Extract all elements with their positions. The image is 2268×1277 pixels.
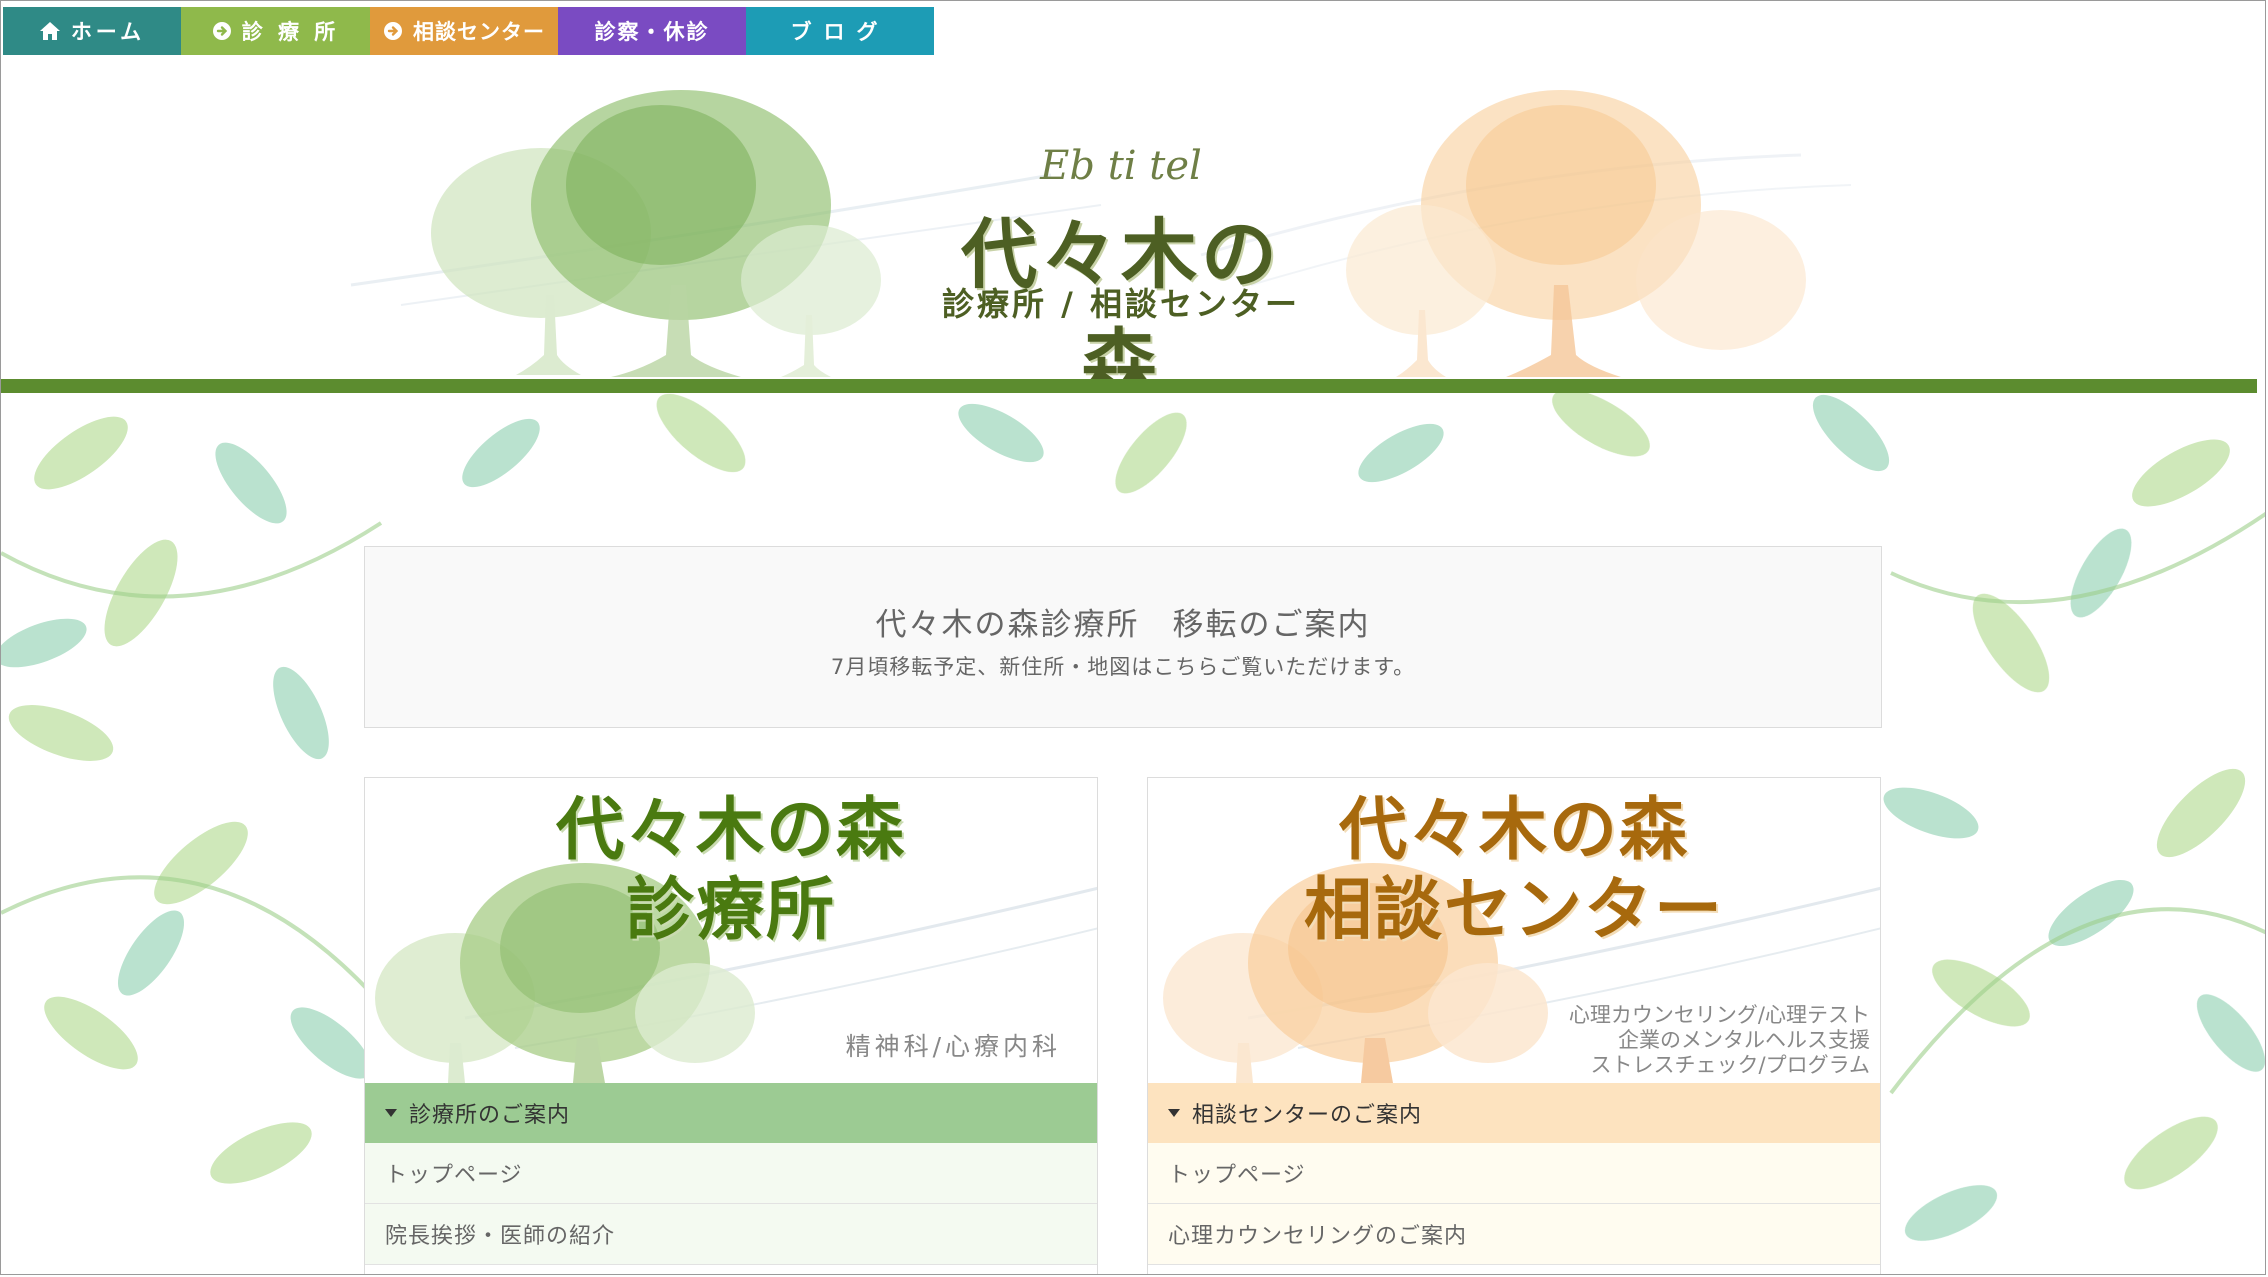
- clinic-link-director[interactable]: 院長挨拶・医師の紹介: [365, 1204, 1097, 1265]
- logo-subtitle: 診療所 / 相談センター: [942, 285, 1300, 323]
- arrow-circle-right-icon: [212, 22, 231, 40]
- clinic-link-director-label: 院長挨拶・医師の紹介: [385, 1224, 616, 1249]
- arrow-circle-right-icon: [384, 22, 402, 40]
- center-link-counseling-label: 心理カウンセリングのご案内: [1168, 1224, 1468, 1249]
- logo-script: Eb ti tel: [1040, 143, 1202, 189]
- caret-down-icon: [385, 1109, 397, 1117]
- nav-blog-label: ブログ: [790, 20, 890, 44]
- relocation-notice[interactable]: 代々木の森診療所 移転のご案内 7月頃移転予定、新住所・地図はこちらご覧いただけ…: [364, 546, 1882, 728]
- site-header: Eb ti tel 代々木の森 診療所 / 相談センター: [1, 55, 2257, 379]
- center-link-counseling[interactable]: 心理カウンセリングのご案内: [1148, 1204, 1880, 1265]
- notice-title: 代々木の森診療所 移転のご案内: [875, 607, 1371, 643]
- clinic-title-line1: 代々木の森: [555, 790, 906, 870]
- header-divider: [1, 379, 2257, 393]
- notice-text: 7月頃移転予定、新住所・地図はこちらご覧いただけます。: [830, 655, 1416, 679]
- clinic-banner[interactable]: 代々木の森 診療所 精神科/心療内科: [365, 778, 1097, 1083]
- clinic-caption: 精神科/心療内科: [845, 1032, 1061, 1061]
- nav-center-label: 相談センター: [413, 20, 545, 44]
- nav-center[interactable]: 相談センター: [370, 7, 558, 55]
- home-icon: [39, 22, 60, 40]
- center-caption-line: 心理カウンセリング/心理テスト: [1568, 1003, 1870, 1027]
- top-nav: ホーム 診 療 所 相談センター 診察・休診 ブログ: [3, 7, 934, 55]
- clinic-title-line2: 診療所: [625, 870, 836, 950]
- center-section-label: 相談センターのご案内: [1192, 1103, 1423, 1128]
- center-link-top[interactable]: トップページ: [1148, 1143, 1880, 1204]
- center-card-title: 代々木の森 相談センター: [1148, 790, 1880, 950]
- leaf-background-pattern: [1, 393, 2265, 1241]
- clinic-section-label: 診療所のご案内: [409, 1103, 571, 1128]
- clinic-link-top[interactable]: トップページ: [365, 1143, 1097, 1204]
- nav-hours-label: 診察・休診: [594, 20, 710, 44]
- nav-home[interactable]: ホーム: [3, 7, 181, 55]
- clinic-section-header[interactable]: 診療所のご案内: [365, 1083, 1097, 1143]
- nav-clinic[interactable]: 診 療 所: [181, 7, 370, 55]
- clinic-card-title: 代々木の森 診療所: [365, 790, 1097, 950]
- clinic-card: 代々木の森 診療所 精神科/心療内科 診療所のご案内 トップページ 院長挨拶・医…: [364, 777, 1098, 1274]
- clinic-link-top-label: トップページ: [385, 1163, 523, 1188]
- center-banner[interactable]: 代々木の森 相談センター 心理カウンセリング/心理テスト 企業のメンタルヘルス支…: [1148, 778, 1880, 1083]
- caret-down-icon: [1168, 1109, 1180, 1117]
- center-title-line2: 相談センター: [1303, 870, 1724, 950]
- nav-home-label: ホーム: [70, 20, 146, 44]
- center-card: 代々木の森 相談センター 心理カウンセリング/心理テスト 企業のメンタルヘルス支…: [1147, 777, 1881, 1274]
- nav-clinic-label: 診 療 所: [241, 20, 340, 44]
- center-caption-line: 企業のメンタルヘルス支援: [1618, 1028, 1870, 1052]
- center-section-header[interactable]: 相談センターのご案内: [1148, 1083, 1880, 1143]
- center-caption-line: ストレスチェック/プログラム: [1590, 1053, 1870, 1077]
- nav-blog[interactable]: ブログ: [746, 7, 934, 55]
- center-caption: 心理カウンセリング/心理テスト 企業のメンタルヘルス支援 ストレスチェック/プロ…: [1569, 1003, 1870, 1078]
- page-frame: ホーム 診 療 所 相談センター 診察・休診 ブログ Eb ti tel 代々木…: [0, 0, 2266, 1275]
- nav-hours[interactable]: 診察・休診: [558, 7, 746, 55]
- center-link-top-label: トップページ: [1168, 1163, 1306, 1188]
- center-title-line1: 代々木の森: [1338, 790, 1689, 870]
